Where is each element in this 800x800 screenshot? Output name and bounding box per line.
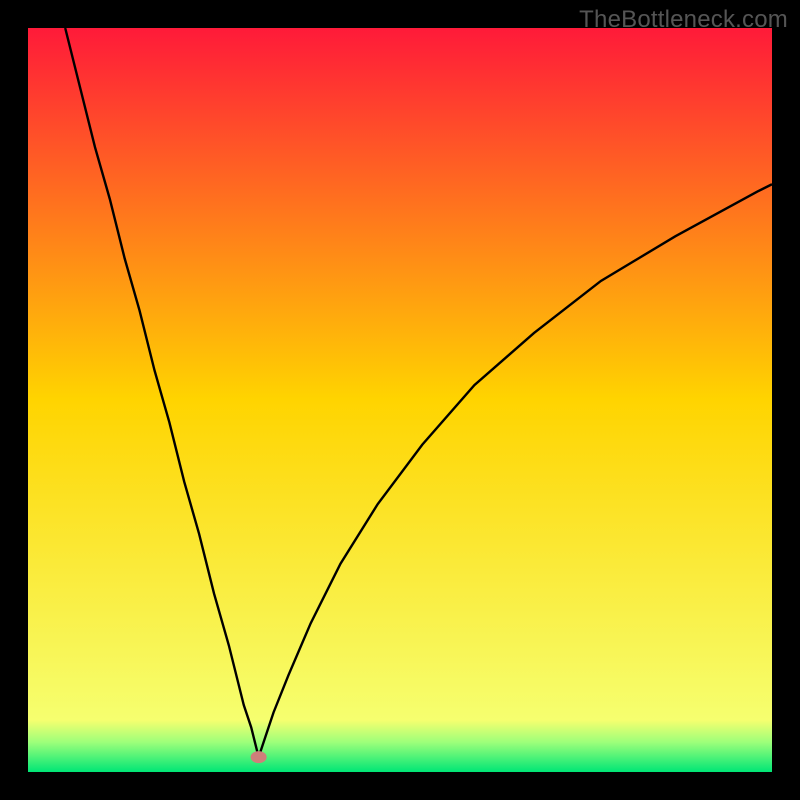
bottleneck-chart bbox=[28, 28, 772, 772]
chart-frame: TheBottleneck.com bbox=[0, 0, 800, 800]
vertex-marker bbox=[251, 751, 267, 763]
gradient-background bbox=[28, 28, 772, 772]
plot-area bbox=[28, 28, 772, 772]
